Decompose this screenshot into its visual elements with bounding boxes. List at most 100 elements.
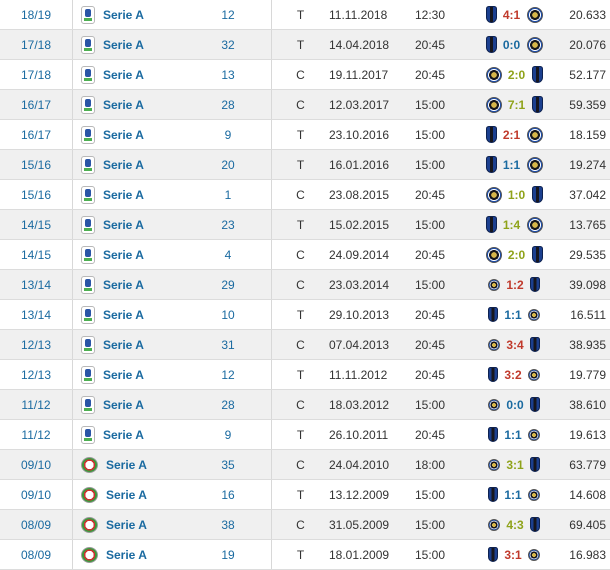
season-link[interactable]: 16/17 bbox=[0, 119, 73, 150]
competition-link[interactable]: Serie A bbox=[103, 128, 144, 142]
matchday-link[interactable]: 13 bbox=[185, 59, 272, 90]
season-link[interactable]: 16/17 bbox=[0, 89, 73, 120]
season-link[interactable]: 13/14 bbox=[0, 269, 73, 300]
home-inter-crest-icon[interactable] bbox=[485, 246, 502, 263]
competition-link[interactable]: Serie A bbox=[103, 398, 144, 412]
matchday-link[interactable]: 9 bbox=[185, 419, 272, 450]
score-link[interactable]: 1:4 bbox=[497, 218, 527, 232]
away-atalanta-crest-icon[interactable] bbox=[530, 337, 540, 352]
home-atalanta-crest-icon[interactable] bbox=[488, 427, 498, 442]
matchday-link[interactable]: 38 bbox=[185, 509, 272, 540]
score-link[interactable]: 0:0 bbox=[500, 398, 530, 412]
matchday-link[interactable]: 32 bbox=[185, 29, 272, 60]
home-inter-crest-icon[interactable] bbox=[485, 66, 502, 83]
matchday-link[interactable]: 23 bbox=[185, 209, 272, 240]
competition-link[interactable]: Serie A bbox=[103, 338, 144, 352]
season-link[interactable]: 18/19 bbox=[0, 0, 73, 30]
competition-link[interactable]: Serie A bbox=[103, 428, 144, 442]
season-link[interactable]: 11/12 bbox=[0, 419, 73, 450]
score-link[interactable]: 2:0 bbox=[502, 248, 532, 262]
score-link[interactable]: 3:1 bbox=[500, 458, 530, 472]
home-atalanta-crest-icon[interactable] bbox=[485, 216, 497, 233]
home-inter-crest-icon[interactable] bbox=[488, 338, 500, 351]
season-link[interactable]: 09/10 bbox=[0, 449, 73, 480]
competition-link[interactable]: Serie A bbox=[103, 68, 144, 82]
matchday-link[interactable]: 9 bbox=[185, 119, 272, 150]
score-link[interactable]: 2:1 bbox=[497, 128, 527, 142]
season-link[interactable]: 17/18 bbox=[0, 29, 73, 60]
away-inter-crest-icon[interactable] bbox=[526, 156, 543, 173]
home-atalanta-crest-icon[interactable] bbox=[485, 156, 497, 173]
competition-link[interactable]: Serie A bbox=[106, 458, 147, 472]
competition-link[interactable]: Serie A bbox=[106, 548, 147, 562]
competition-link[interactable]: Serie A bbox=[103, 188, 144, 202]
away-inter-crest-icon[interactable] bbox=[528, 428, 540, 441]
home-inter-crest-icon[interactable] bbox=[485, 186, 502, 203]
matchday-link[interactable]: 35 bbox=[185, 449, 272, 480]
season-link[interactable]: 11/12 bbox=[0, 389, 73, 420]
score-link[interactable]: 3:1 bbox=[498, 548, 528, 562]
score-link[interactable]: 1:1 bbox=[498, 488, 528, 502]
away-inter-crest-icon[interactable] bbox=[526, 126, 543, 143]
score-link[interactable]: 1:2 bbox=[500, 278, 530, 292]
away-inter-crest-icon[interactable] bbox=[526, 216, 543, 233]
home-inter-crest-icon[interactable] bbox=[488, 518, 500, 531]
competition-link[interactable]: Serie A bbox=[103, 248, 144, 262]
score-link[interactable]: 1:0 bbox=[502, 188, 532, 202]
home-atalanta-crest-icon[interactable] bbox=[485, 36, 497, 53]
score-link[interactable]: 4:3 bbox=[500, 518, 530, 532]
home-inter-crest-icon[interactable] bbox=[488, 398, 500, 411]
season-link[interactable]: 14/15 bbox=[0, 209, 73, 240]
home-inter-crest-icon[interactable] bbox=[488, 458, 500, 471]
away-inter-crest-icon[interactable] bbox=[528, 488, 540, 501]
away-atalanta-crest-icon[interactable] bbox=[531, 246, 543, 263]
home-atalanta-crest-icon[interactable] bbox=[488, 487, 498, 502]
score-link[interactable]: 1:1 bbox=[497, 158, 527, 172]
away-inter-crest-icon[interactable] bbox=[528, 368, 540, 381]
season-link[interactable]: 12/13 bbox=[0, 329, 73, 360]
competition-link[interactable]: Serie A bbox=[103, 368, 144, 382]
matchday-link[interactable]: 16 bbox=[185, 479, 272, 510]
season-link[interactable]: 14/15 bbox=[0, 239, 73, 270]
home-atalanta-crest-icon[interactable] bbox=[485, 6, 497, 23]
matchday-link[interactable]: 12 bbox=[185, 0, 272, 30]
season-link[interactable]: 08/09 bbox=[0, 509, 73, 540]
away-atalanta-crest-icon[interactable] bbox=[531, 66, 543, 83]
away-inter-crest-icon[interactable] bbox=[526, 36, 543, 53]
competition-link[interactable]: Serie A bbox=[106, 488, 147, 502]
away-atalanta-crest-icon[interactable] bbox=[531, 96, 543, 113]
matchday-link[interactable]: 10 bbox=[185, 299, 272, 330]
away-atalanta-crest-icon[interactable] bbox=[530, 277, 540, 292]
home-atalanta-crest-icon[interactable] bbox=[488, 547, 498, 562]
season-link[interactable]: 09/10 bbox=[0, 479, 73, 510]
away-atalanta-crest-icon[interactable] bbox=[531, 186, 543, 203]
season-link[interactable]: 15/16 bbox=[0, 149, 73, 180]
score-link[interactable]: 4:1 bbox=[497, 8, 527, 22]
competition-link[interactable]: Serie A bbox=[106, 518, 147, 532]
matchday-link[interactable]: 19 bbox=[185, 539, 272, 570]
season-link[interactable]: 17/18 bbox=[0, 59, 73, 90]
competition-link[interactable]: Serie A bbox=[103, 98, 144, 112]
season-link[interactable]: 12/13 bbox=[0, 359, 73, 390]
away-atalanta-crest-icon[interactable] bbox=[530, 517, 540, 532]
score-link[interactable]: 0:0 bbox=[497, 38, 527, 52]
season-link[interactable]: 15/16 bbox=[0, 179, 73, 210]
score-link[interactable]: 7:1 bbox=[502, 98, 532, 112]
away-inter-crest-icon[interactable] bbox=[526, 6, 543, 23]
matchday-link[interactable]: 12 bbox=[185, 359, 272, 390]
home-inter-crest-icon[interactable] bbox=[485, 96, 502, 113]
season-link[interactable]: 08/09 bbox=[0, 539, 73, 570]
matchday-link[interactable]: 28 bbox=[185, 389, 272, 420]
competition-link[interactable]: Serie A bbox=[103, 278, 144, 292]
score-link[interactable]: 3:4 bbox=[500, 338, 530, 352]
home-atalanta-crest-icon[interactable] bbox=[488, 367, 498, 382]
competition-link[interactable]: Serie A bbox=[103, 38, 144, 52]
score-link[interactable]: 1:1 bbox=[498, 428, 528, 442]
competition-link[interactable]: Serie A bbox=[103, 308, 144, 322]
home-atalanta-crest-icon[interactable] bbox=[488, 307, 498, 322]
score-link[interactable]: 2:0 bbox=[502, 68, 532, 82]
matchday-link[interactable]: 28 bbox=[185, 89, 272, 120]
matchday-link[interactable]: 1 bbox=[185, 179, 272, 210]
competition-link[interactable]: Serie A bbox=[103, 158, 144, 172]
matchday-link[interactable]: 29 bbox=[185, 269, 272, 300]
